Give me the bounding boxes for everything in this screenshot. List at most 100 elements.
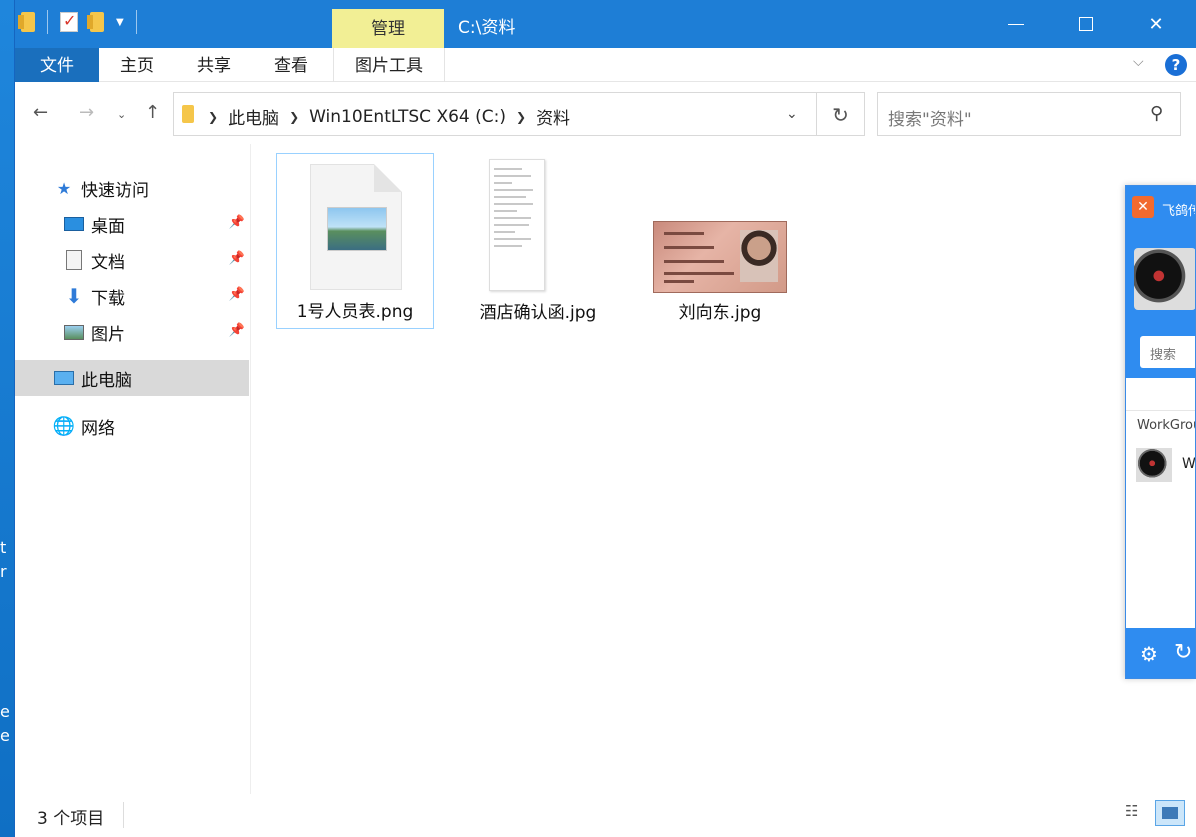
sidebar-item-label: 图片 [91, 324, 125, 345]
desktop-background: t r e e [0, 0, 14, 837]
file-name: 酒店确认函.jpg [479, 303, 597, 323]
messenger-search-input[interactable]: 搜索 [1140, 336, 1195, 368]
pin-icon[interactable]: 📌 [229, 287, 245, 302]
properties-icon[interactable] [60, 11, 78, 32]
maximize-icon [1079, 17, 1093, 31]
messenger-title: 飞鸽传 [1162, 204, 1195, 219]
explorer-window: ▼ 管理 C:\资料 ✕ 文件 主页 共享 查看 图片工具 ⌵ ? ← → ⌄ … [14, 0, 1196, 837]
item-count: 3 个项目 [37, 809, 105, 829]
quick-access-toolbar: ▼ [18, 10, 137, 34]
file-item[interactable]: 刘向东.jpg [641, 153, 799, 329]
refresh-icon[interactable]: ↻ [1174, 640, 1192, 665]
tab-file[interactable]: 文件 [15, 48, 99, 82]
address-history-chevron-icon[interactable]: ⌄ [786, 106, 798, 122]
navigation-pane: ★ 快速访问 桌面 📌 文档 📌 ⬇ 下载 📌 图片 📌 此电脑 🌐 网络 [15, 144, 251, 794]
sidebar-item-downloads[interactable]: ⬇ 下载 📌 [15, 278, 249, 314]
desktop-label-fragment: e [0, 726, 10, 745]
breadcrumb-folder[interactable]: 资料 [536, 104, 570, 129]
recent-locations-chevron-icon[interactable]: ⌄ [117, 108, 126, 121]
sidebar-item-desktop[interactable]: 桌面 📌 [15, 206, 249, 242]
sidebar-item-this-pc[interactable]: 此电脑 [15, 360, 249, 396]
file-name: 1号人员表.png [296, 302, 414, 322]
refresh-button[interactable]: ↻ [817, 92, 865, 136]
star-icon: ★ [56, 178, 72, 198]
sidebar-item-label: 快速访问 [81, 180, 149, 201]
computer-icon [53, 368, 75, 388]
document-icon [63, 250, 85, 270]
file-item[interactable]: 1号人员表.png [276, 153, 434, 329]
manage-tab[interactable]: 管理 [332, 9, 444, 48]
sidebar-item-label: 文档 [91, 252, 125, 273]
sidebar-item-pictures[interactable]: 图片 📌 [15, 314, 249, 350]
divider [135, 10, 137, 34]
chevron-right-icon[interactable]: ❯ [289, 110, 299, 124]
messenger-panel: ✕ 飞鸽传 搜索 WorkGroup W ⚙ ↻ [1125, 185, 1196, 679]
large-icons-view-icon[interactable] [1155, 800, 1185, 826]
file-item[interactable]: 酒店确认函.jpg [459, 153, 617, 329]
maximize-button[interactable] [1051, 0, 1121, 48]
pin-icon[interactable]: 📌 [229, 251, 245, 266]
help-icon[interactable]: ? [1165, 54, 1187, 76]
chevron-right-icon[interactable]: ❯ [516, 110, 526, 124]
pin-icon[interactable]: 📌 [229, 215, 245, 230]
messenger-header: ✕ 飞鸽传 搜索 [1126, 186, 1195, 378]
folder-icon [18, 12, 35, 32]
search-input[interactable]: 搜索"资料" ⚲ [877, 92, 1181, 136]
avatar[interactable] [1134, 248, 1195, 310]
contact-avatar[interactable] [1136, 448, 1172, 482]
document-thumbnail [489, 159, 545, 291]
download-arrow-icon: ⬇ [65, 284, 83, 308]
chevron-right-icon[interactable]: ❯ [208, 110, 218, 124]
ribbon-tabs: 文件 主页 共享 查看 图片工具 ⌵ ? [15, 48, 1196, 82]
close-button[interactable]: ✕ [1121, 0, 1191, 48]
sidebar-item-label: 下载 [91, 288, 125, 309]
search-icon: ⚲ [1150, 103, 1164, 124]
tab-share[interactable]: 共享 [177, 48, 251, 82]
sidebar-item-label: 此电脑 [81, 370, 132, 391]
messenger-footer: ⚙ ↻ [1126, 628, 1195, 678]
sidebar-item-label: 网络 [81, 418, 115, 439]
divider [47, 10, 48, 34]
details-view-icon[interactable]: ☷ [1125, 802, 1149, 824]
breadcrumb-this-pc[interactable]: 此电脑 [228, 104, 279, 129]
contact-name[interactable]: W [1182, 456, 1195, 472]
up-arrow-icon[interactable]: ↑ [145, 102, 160, 123]
pin-icon[interactable]: 📌 [229, 323, 245, 338]
picture-icon [327, 207, 387, 251]
desktop-label-fragment: e [0, 702, 10, 721]
desktop-label-fragment: t [0, 538, 7, 557]
tab-view[interactable]: 查看 [253, 48, 329, 82]
image-file-icon [310, 164, 402, 290]
desktop-icon [63, 214, 85, 234]
desktop-label-fragment: r [0, 562, 7, 581]
network-icon: 🌐 [52, 415, 76, 437]
sidebar-item-label: 桌面 [91, 216, 125, 237]
navigation-bar: ← → ⌄ ↑ ❯ 此电脑 ❯ Win10EntLTSC X64 (C:) ❯ … [15, 82, 1196, 144]
address-bar[interactable]: ❯ 此电脑 ❯ Win10EntLTSC X64 (C:) ❯ 资料 ⌄ [173, 92, 817, 136]
minimize-icon [1008, 23, 1024, 25]
forward-arrow-icon[interactable]: → [79, 102, 94, 123]
tab-picture-tools[interactable]: 图片工具 [333, 48, 445, 82]
breadcrumb-drive[interactable]: Win10EntLTSC X64 (C:) [309, 107, 506, 127]
expand-ribbon-chevron-icon[interactable]: ⌵ [1133, 54, 1144, 70]
title-bar: ▼ 管理 C:\资料 ✕ [15, 0, 1196, 48]
divider [123, 802, 124, 828]
minimize-button[interactable] [981, 0, 1051, 48]
app-logo-icon: ✕ [1132, 196, 1154, 218]
back-arrow-icon[interactable]: ← [33, 102, 48, 123]
customize-toolbar-icon[interactable]: ▼ [116, 17, 124, 28]
sidebar-item-documents[interactable]: 文档 📌 [15, 242, 249, 278]
folder-icon [182, 105, 194, 123]
tab-home[interactable]: 主页 [99, 48, 175, 82]
new-folder-icon[interactable] [87, 12, 104, 32]
gear-icon[interactable]: ⚙ [1140, 642, 1158, 666]
file-list: 1号人员表.png 酒店确认函.jpg 刘向东.jpg [251, 144, 1196, 794]
breadcrumb: ❯ 此电脑 ❯ Win10EntLTSC X64 (C:) ❯ 资料 [208, 104, 570, 130]
file-name: 刘向东.jpg [678, 303, 762, 323]
pictures-icon [63, 322, 85, 342]
sidebar-item-quick-access[interactable]: ★ 快速访问 [15, 170, 249, 206]
portrait-photo [740, 230, 778, 282]
window-title: C:\资料 [458, 18, 516, 38]
workgroup-header[interactable]: WorkGroup [1126, 410, 1195, 440]
sidebar-item-network[interactable]: 🌐 网络 [15, 408, 249, 444]
